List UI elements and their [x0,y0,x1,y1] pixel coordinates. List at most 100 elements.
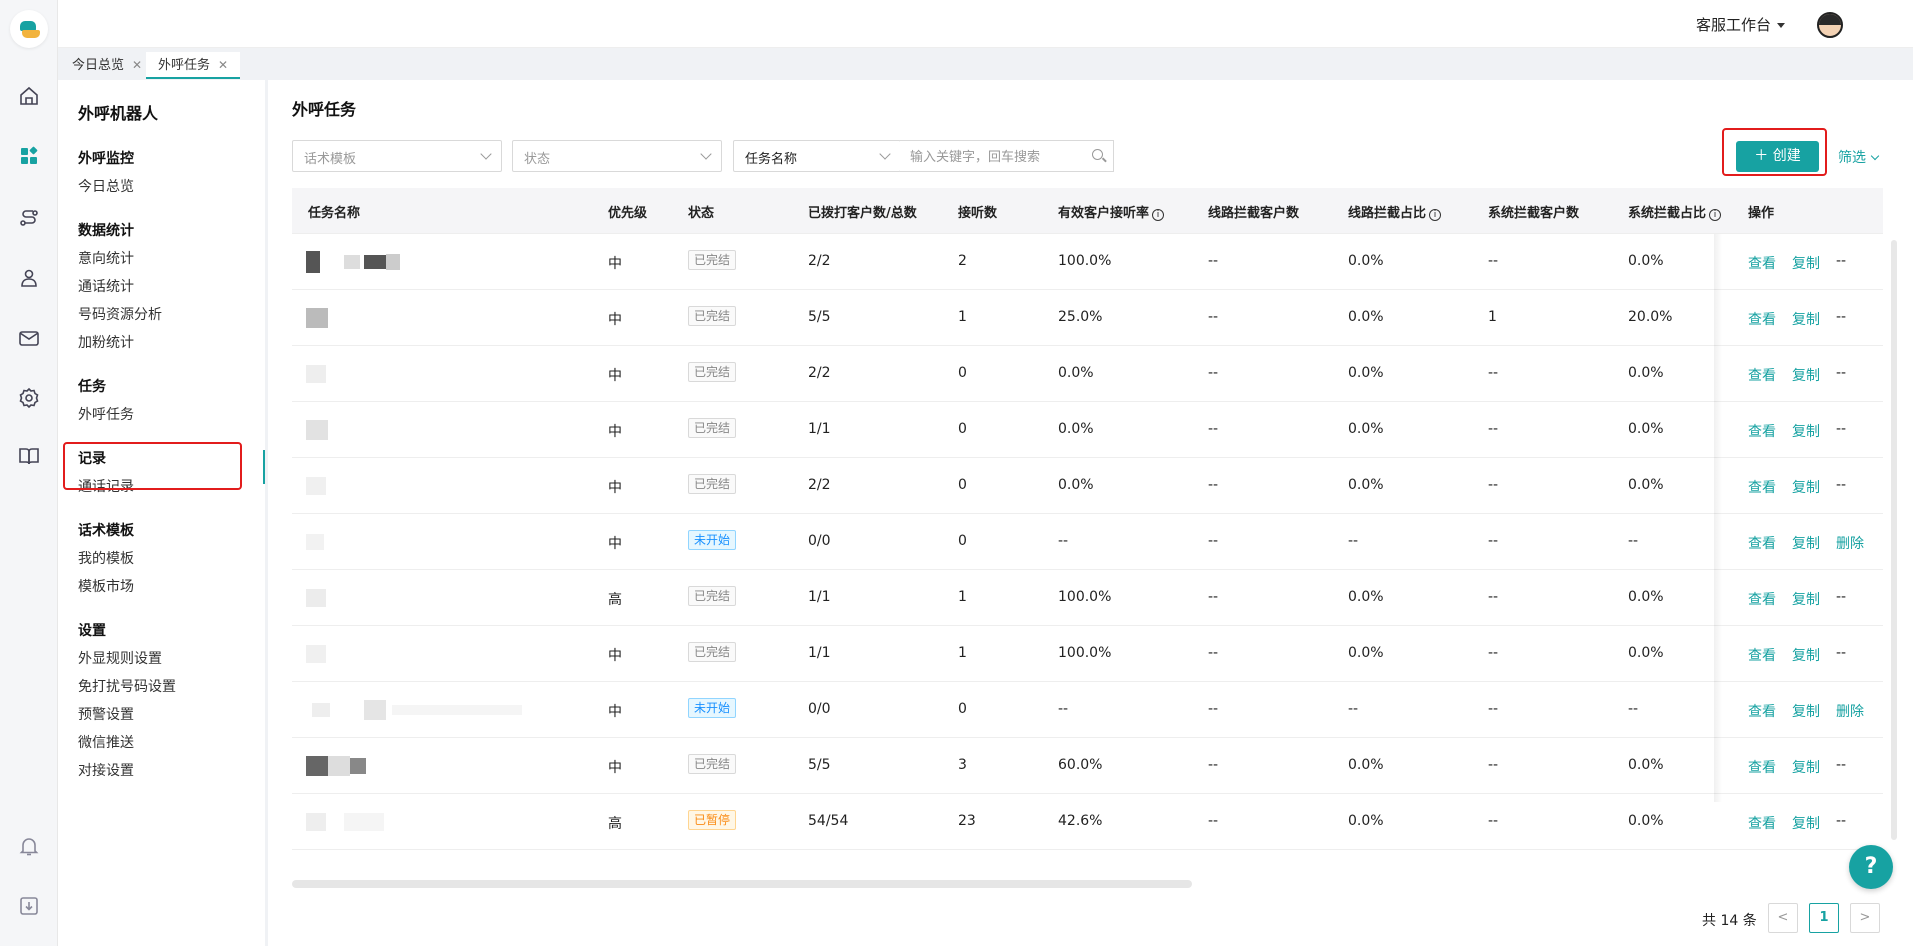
copy-link[interactable]: 复制 [1792,533,1820,553]
left-icon-rail [0,0,58,946]
download-icon[interactable] [17,894,41,918]
view-link[interactable]: 查看 [1748,645,1776,665]
sidebar-item-my-templates[interactable]: 我的模板 [78,548,134,568]
col-actions: 操作 [1748,206,1775,221]
sidebar-item-template-market[interactable]: 模板市场 [78,576,134,596]
view-link[interactable]: 查看 [1748,813,1776,833]
copy-link[interactable]: 复制 [1792,645,1820,665]
page-number-button[interactable]: 1 [1809,903,1839,933]
sidebar-item-alert-settings[interactable]: 预警设置 [78,704,134,724]
select-placeholder: 话术模板 [304,152,357,167]
tab-today-overview[interactable]: 今日总览 ✕ [60,52,154,79]
view-link[interactable]: 查看 [1748,421,1776,441]
sidebar-group-settings: 设置 [78,623,106,639]
help-chat-button[interactable]: ? [1849,845,1893,889]
action-placeholder: -- [1836,589,1847,605]
sidebar-item-dnd-numbers[interactable]: 免打扰号码设置 [78,676,176,696]
workspace-switcher[interactable]: 客服工作台 [1696,14,1785,35]
cell-priority: 中 [608,760,622,776]
cell-dialed: 1/1 [808,421,831,437]
cell-sys-block: -- [1488,533,1499,549]
copy-link[interactable]: 复制 [1792,365,1820,385]
copy-link[interactable]: 复制 [1792,813,1820,833]
sidebar-item-intent[interactable]: 意向统计 [78,248,134,268]
view-link[interactable]: 查看 [1748,589,1776,609]
copy-link[interactable]: 复制 [1792,477,1820,497]
redacted-task-name [386,254,400,270]
route-icon[interactable] [17,206,41,230]
info-icon[interactable]: i [1429,209,1442,221]
cell-rate: -- [1058,533,1069,549]
workspace-label: 客服工作台 [1695,16,1771,34]
tab-outbound-tasks[interactable]: 外呼任务 ✕ [146,52,241,79]
settings-icon[interactable] [17,386,41,410]
cell-rate: 100.0% [1058,253,1112,269]
sidebar-item-wechat-push[interactable]: 微信推送 [78,732,134,752]
horizontal-scrollbar[interactable] [292,880,1192,888]
mail-icon[interactable] [17,326,41,350]
view-link[interactable]: 查看 [1748,253,1776,273]
view-link[interactable]: 查看 [1748,701,1776,721]
copy-link[interactable]: 复制 [1792,757,1820,777]
copy-link[interactable]: 复制 [1792,589,1820,609]
close-icon[interactable]: ✕ [218,58,228,72]
cell-priority: 中 [608,424,622,440]
vertical-scrollbar[interactable] [1891,240,1897,840]
cell-sys-ratio: 0.0% [1628,757,1664,773]
close-icon[interactable]: ✕ [132,58,142,72]
view-link[interactable]: 查看 [1748,365,1776,385]
cell-priority: 高 [608,592,622,608]
field-select[interactable]: 任务名称 [733,140,901,172]
search-icon[interactable] [1092,149,1103,160]
cell-sys-ratio: -- [1628,701,1639,717]
redacted-task-name [306,251,320,273]
table-row: 高 已完结 1/1 1 100.0% -- 0.0% -- 0.0% 查看 复制 -- [292,570,1883,626]
apps-icon[interactable] [17,144,41,168]
template-select[interactable]: 话术模板 [292,140,502,172]
prev-page-button[interactable]: < [1768,903,1798,933]
chevron-down-icon [1870,151,1880,161]
select-value: 任务名称 [745,152,798,167]
delete-link[interactable]: 删除 [1836,533,1864,553]
cell-rate: -- [1058,701,1069,717]
info-icon[interactable]: i [1152,209,1165,221]
avatar[interactable] [1817,12,1843,38]
search-input[interactable] [910,147,1080,167]
users-icon[interactable] [17,266,41,290]
cell-sys-block: -- [1488,253,1499,269]
sidebar-item-outbound-tasks[interactable]: 外呼任务 [78,404,134,424]
cell-sys-ratio: 0.0% [1628,421,1664,437]
filter-toggle[interactable]: 筛选 [1838,147,1880,167]
bell-icon[interactable] [17,834,41,858]
cell-dialed: 0/0 [808,533,831,549]
sidebar-item-today[interactable]: 今日总览 [78,176,134,196]
sidebar-item-number-analysis[interactable]: 号码资源分析 [78,304,162,324]
cell-dialed: 5/5 [808,309,831,325]
redacted-task-name [312,703,330,717]
sidebar-item-integration[interactable]: 对接设置 [78,760,134,780]
book-icon[interactable] [17,444,41,468]
app-logo[interactable] [10,10,48,48]
view-link[interactable]: 查看 [1748,757,1776,777]
sidebar-item-call-stats[interactable]: 通话统计 [78,276,134,296]
cell-priority: 高 [608,816,622,832]
delete-link[interactable]: 删除 [1836,701,1864,721]
info-icon[interactable]: i [1709,209,1722,221]
sidebar-item-fans-stats[interactable]: 加粉统计 [78,332,134,352]
status-badge: 已暂停 [688,810,737,830]
cell-dialed: 0/0 [808,701,831,717]
view-link[interactable]: 查看 [1748,533,1776,553]
copy-link[interactable]: 复制 [1792,421,1820,441]
next-page-button[interactable]: > [1850,903,1880,933]
copy-link[interactable]: 复制 [1792,309,1820,329]
sidebar-title: 外呼机器人 [78,104,159,123]
sidebar-group-monitor: 外呼监控 [78,151,134,167]
status-select[interactable]: 状态 [512,140,722,172]
copy-link[interactable]: 复制 [1792,701,1820,721]
home-icon[interactable] [17,84,41,108]
view-link[interactable]: 查看 [1748,477,1776,497]
copy-link[interactable]: 复制 [1792,253,1820,273]
cell-rate: 25.0% [1058,309,1103,325]
view-link[interactable]: 查看 [1748,309,1776,329]
sidebar-item-display-rules[interactable]: 外显规则设置 [78,648,162,668]
